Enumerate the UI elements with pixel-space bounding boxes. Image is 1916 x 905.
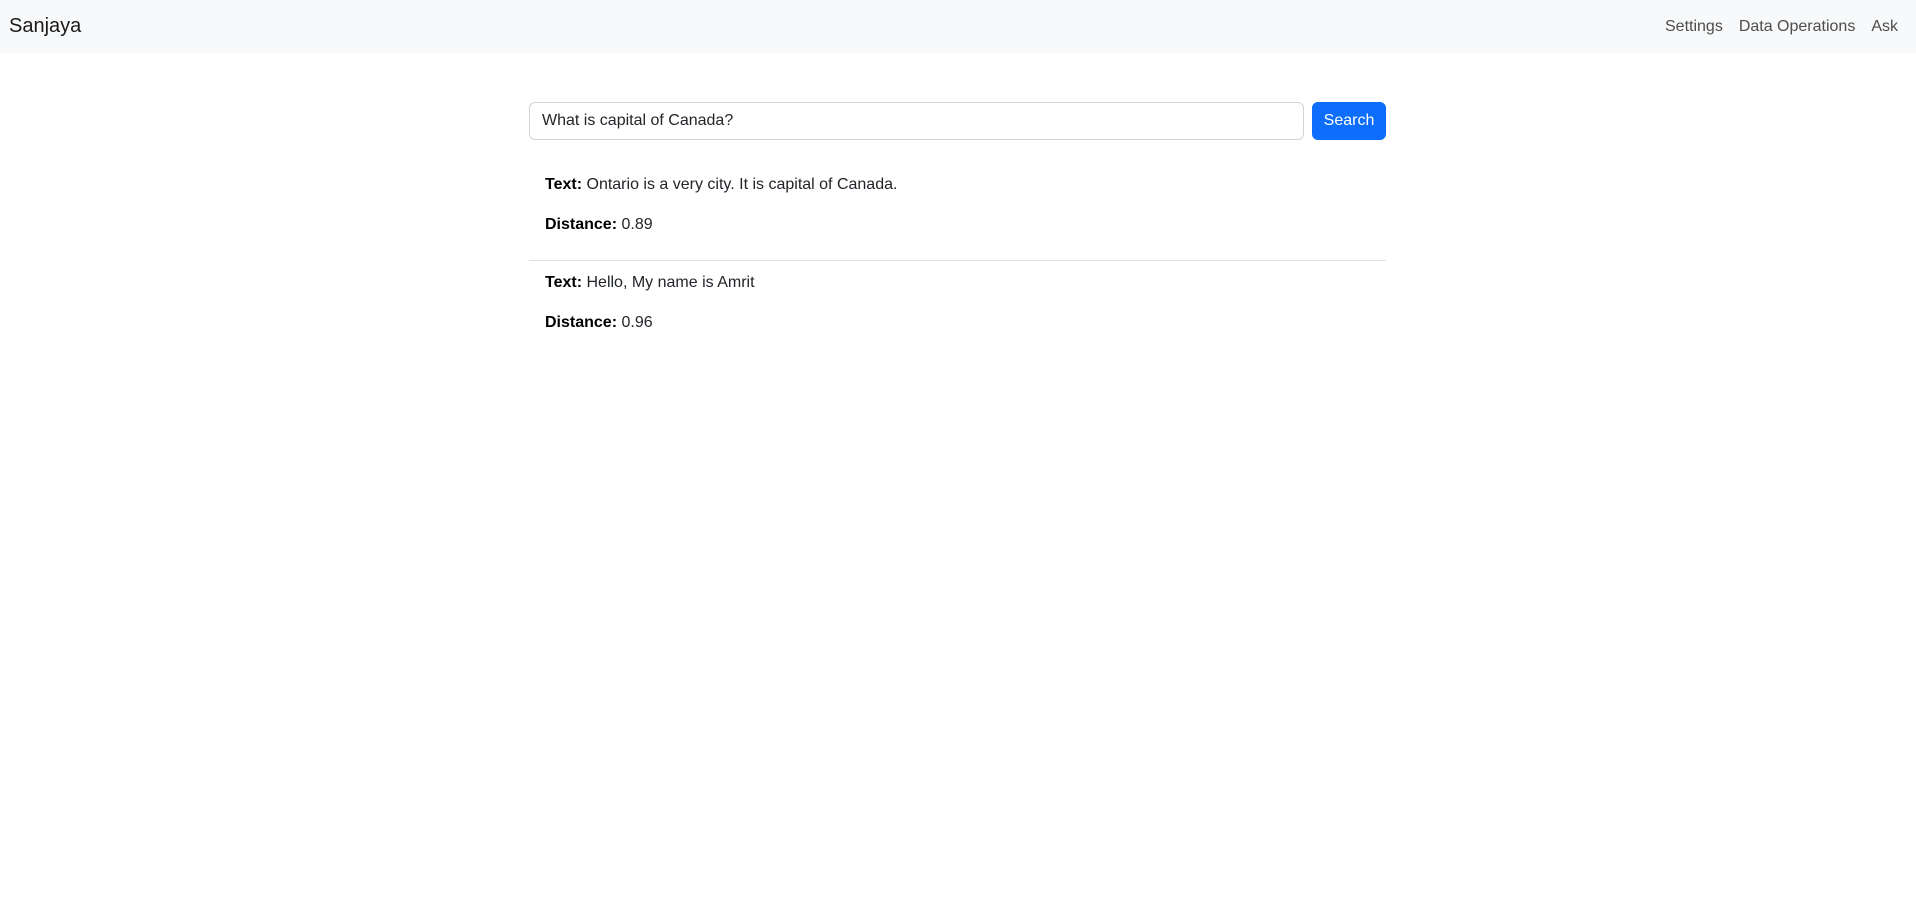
- search-input[interactable]: [529, 102, 1304, 140]
- top-navbar: Sanjaya Settings Data Operations Ask: [0, 0, 1916, 53]
- result-item: Text: Ontario is a very city. It is capi…: [529, 163, 1386, 261]
- nav-link-settings[interactable]: Settings: [1665, 16, 1723, 38]
- text-label: Text:: [545, 176, 583, 193]
- nav-link-ask[interactable]: Ask: [1871, 16, 1898, 38]
- nav-link-data-operations[interactable]: Data Operations: [1739, 16, 1856, 38]
- distance-label: Distance:: [545, 216, 618, 233]
- brand-link[interactable]: Sanjaya: [9, 14, 81, 39]
- distance-value: 0.96: [617, 314, 653, 331]
- search-button[interactable]: Search: [1312, 102, 1386, 140]
- text-value: Hello, My name is Amrit: [582, 274, 755, 291]
- text-value: Ontario is a very city. It is capital of…: [582, 176, 898, 193]
- result-distance: Distance: 0.96: [545, 312, 1370, 334]
- result-item: Text: Hello, My name is Amrit Distance: …: [529, 261, 1386, 359]
- result-distance: Distance: 0.89: [545, 214, 1370, 236]
- nav-links: Settings Data Operations Ask: [1665, 16, 1898, 38]
- distance-value: 0.89: [617, 216, 653, 233]
- search-form: Search: [529, 102, 1386, 140]
- distance-label: Distance:: [545, 314, 618, 331]
- results-list: Text: Ontario is a very city. It is capi…: [529, 163, 1386, 359]
- text-label: Text:: [545, 274, 583, 291]
- result-text: Text: Hello, My name is Amrit: [545, 272, 1370, 294]
- result-text: Text: Ontario is a very city. It is capi…: [545, 174, 1370, 196]
